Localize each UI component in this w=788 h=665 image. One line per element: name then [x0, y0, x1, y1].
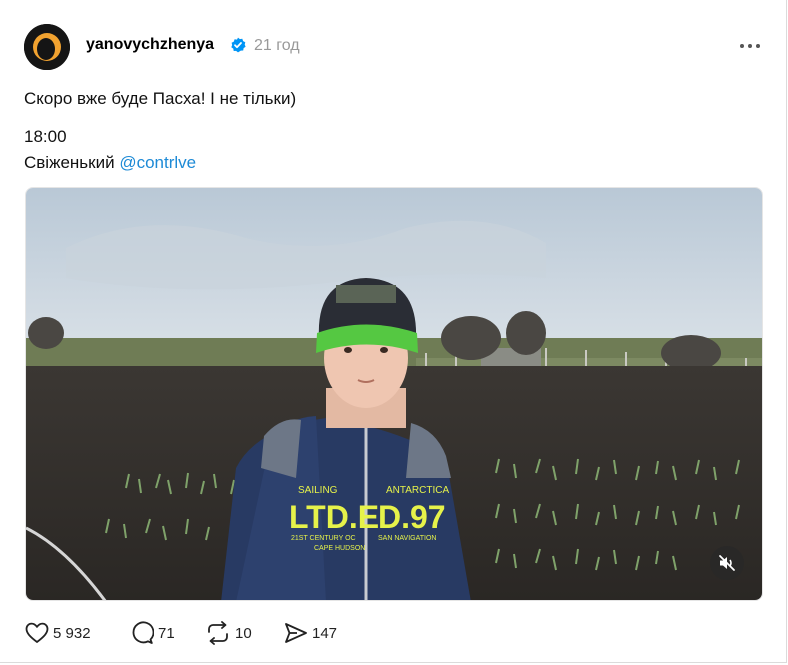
jacket-print: SAN NAVIGATION [378, 535, 436, 542]
comment-icon [132, 621, 154, 644]
share-button[interactable]: 147 [284, 620, 337, 646]
verified-icon [231, 37, 246, 53]
mute-icon [719, 555, 735, 571]
repost-button[interactable]: 10 [205, 620, 252, 646]
like-count: 5 932 [53, 624, 91, 642]
video-player[interactable]: LTD.E D.97 SAILING ANTARCTICA 21ST CENTU… [25, 187, 763, 601]
comment-count: 71 [158, 624, 175, 642]
share-count: 147 [312, 624, 338, 642]
comment-button[interactable]: 71 [130, 620, 175, 646]
like-button[interactable]: 5 932 [25, 620, 91, 646]
avatar[interactable] [24, 24, 70, 70]
jacket-print: 21ST CENTURY OC [291, 535, 356, 542]
post-text-prefix: Свіженький [24, 153, 120, 172]
jacket-print: D.97 [378, 499, 446, 535]
jacket-print: SAILING [298, 485, 338, 496]
jacket-print: CAPE HUDSON [314, 545, 365, 552]
jacket-print: LTD.E [289, 499, 379, 535]
repost-icon [208, 621, 228, 645]
avatar-image [24, 24, 70, 70]
post-time: 21 год [254, 37, 300, 54]
heart-icon [25, 622, 49, 643]
post-text-line: Свіженький @contrlve [24, 153, 196, 173]
more-icon[interactable] [738, 40, 762, 52]
post-text-line: 18:00 [24, 127, 67, 146]
post-text-line: Скоро вже буде Пасха! І не тільки) [24, 89, 297, 108]
repost-count: 10 [235, 624, 252, 642]
post-card: yanovychzhenya 21 год Скоро вже буде Пас… [0, 0, 787, 663]
video-frame: LTD.E D.97 SAILING ANTARCTICA 21ST CENTU… [26, 188, 762, 600]
jacket-print: ANTARCTICA [386, 485, 449, 496]
mute-button[interactable] [710, 546, 744, 580]
mention-link[interactable]: @contrlve [119, 153, 196, 172]
share-icon [285, 623, 307, 643]
username[interactable]: yanovychzhenya [86, 36, 214, 54]
